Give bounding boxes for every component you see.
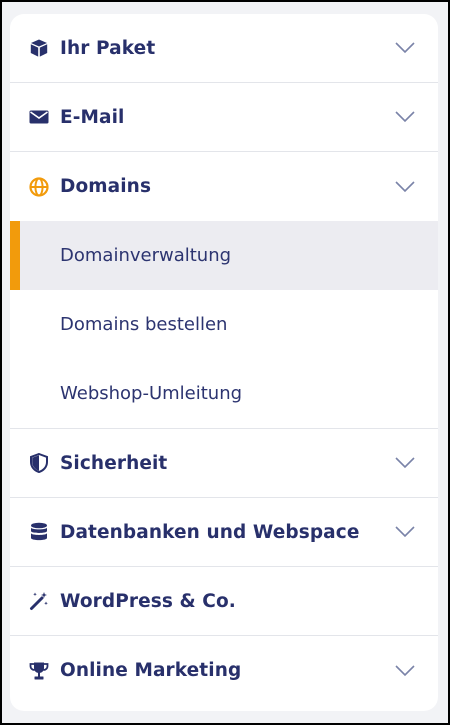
menu-section-label: WordPress & Co.: [60, 590, 236, 612]
window-frame: Ihr Paket E-Mail Domains Domainverwaltun…: [0, 0, 450, 725]
shield-icon: [28, 452, 50, 474]
active-indicator: [10, 221, 20, 290]
package-icon: [28, 37, 50, 59]
chevron-down-icon[interactable]: [394, 456, 416, 470]
submenu-item-domains-bestellen[interactable]: Domains bestellen: [10, 290, 438, 359]
menu-section-online-marketing[interactable]: Online Marketing: [10, 636, 438, 705]
chevron-down-icon[interactable]: [394, 41, 416, 55]
chevron-down-icon[interactable]: [394, 180, 416, 194]
menu-section-label: Sicherheit: [60, 452, 168, 474]
menu-section-domains[interactable]: Domains: [10, 152, 438, 221]
submenu-item-label: Domainverwaltung: [60, 245, 232, 266]
database-icon: [28, 521, 50, 543]
menu-section-label: E-Mail: [60, 106, 125, 128]
menu-section-sicherheit[interactable]: Sicherheit: [10, 429, 438, 498]
domains-submenu: Domainverwaltung Domains bestellen Websh…: [10, 221, 438, 429]
menu-section-ihr-paket[interactable]: Ihr Paket: [10, 14, 438, 83]
menu-section-label: Online Marketing: [60, 660, 242, 681]
trophy-icon: [28, 660, 50, 682]
chevron-down-icon[interactable]: [394, 110, 416, 124]
submenu-item-label: Domains bestellen: [60, 314, 228, 335]
submenu-item-label: Webshop-Umleitung: [60, 383, 243, 404]
envelope-icon: [28, 106, 50, 128]
menu-section-label: Domains: [60, 176, 152, 197]
sidebar-menu: Ihr Paket E-Mail Domains Domainverwaltun…: [10, 14, 438, 711]
chevron-down-icon[interactable]: [394, 664, 416, 678]
menu-section-label: Ihr Paket: [60, 37, 156, 59]
submenu-item-domainverwaltung[interactable]: Domainverwaltung: [10, 221, 438, 290]
menu-section-email[interactable]: E-Mail: [10, 83, 438, 152]
magic-wand-icon: [28, 590, 50, 612]
chevron-down-icon[interactable]: [394, 525, 416, 539]
menu-section-wordpress[interactable]: WordPress & Co.: [10, 567, 438, 636]
globe-icon: [28, 176, 50, 198]
menu-section-datenbanken-webspace[interactable]: Datenbanken und Webspace: [10, 498, 438, 567]
menu-section-label: Datenbanken und Webspace: [60, 521, 360, 543]
submenu-item-webshop-umleitung[interactable]: Webshop-Umleitung: [10, 359, 438, 428]
